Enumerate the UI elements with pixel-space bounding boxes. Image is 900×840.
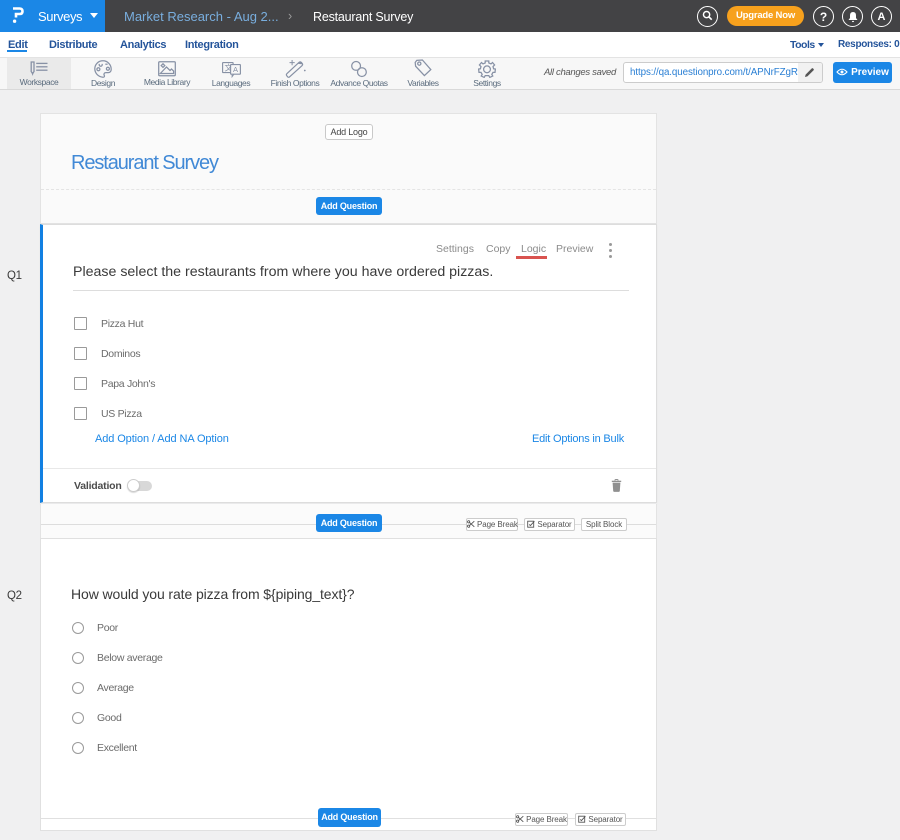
- svg-text:A: A: [233, 65, 238, 74]
